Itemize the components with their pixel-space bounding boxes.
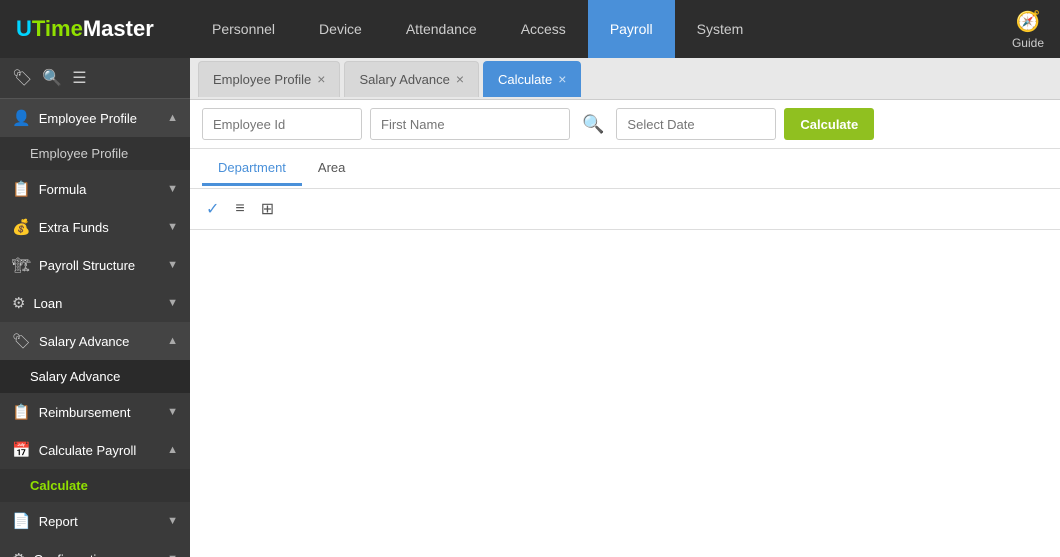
logo-master: Master bbox=[83, 16, 154, 42]
content-area: Employee Profile × Salary Advance × Calc… bbox=[190, 58, 1060, 557]
sub-tab-department[interactable]: Department bbox=[202, 152, 302, 186]
formula-icon: 📋 bbox=[12, 180, 31, 198]
sidebar-item-configurations[interactable]: ⚙ Configurations ▼ bbox=[0, 540, 190, 557]
chevron-down-icon-formula: ▼ bbox=[167, 183, 178, 195]
sidebar-group-label-employee-profile: Employee Profile bbox=[39, 111, 137, 126]
sidebar-group-extra-funds: 💰 Extra Funds ▼ bbox=[0, 208, 190, 246]
chevron-down-icon-report: ▼ bbox=[167, 515, 178, 527]
main-layout: 🏷 🔍 ☰ 👤 Employee Profile ▲ Employee Prof… bbox=[0, 58, 1060, 557]
search-icon[interactable]: 🔍 bbox=[42, 68, 62, 88]
chevron-up-icon-calculate-payroll: ▲ bbox=[167, 444, 178, 456]
sidebar-toolbar: 🏷 🔍 ☰ bbox=[0, 58, 190, 99]
sidebar-item-extra-funds[interactable]: 💰 Extra Funds ▼ bbox=[0, 208, 190, 246]
chevron-down-icon-reimbursement: ▼ bbox=[167, 406, 178, 418]
nav-item-access[interactable]: Access bbox=[499, 0, 588, 58]
sidebar-group-configurations: ⚙ Configurations ▼ bbox=[0, 540, 190, 557]
sidebar-group-calculate-payroll: 📅 Calculate Payroll ▲ Calculate bbox=[0, 431, 190, 502]
sidebar-group-loan: ⚙ Loan ▼ bbox=[0, 284, 190, 322]
sidebar-item-formula[interactable]: 📋 Formula ▼ bbox=[0, 170, 190, 208]
tab-calculate-label: Calculate bbox=[498, 72, 552, 87]
sidebar-group-employee-profile: 👤 Employee Profile ▲ Employee Profile bbox=[0, 99, 190, 170]
sidebar-item-calculate-sub[interactable]: Calculate bbox=[0, 469, 190, 502]
chevron-down-icon-configurations: ▼ bbox=[167, 553, 178, 557]
sidebar-item-salary-advance[interactable]: 🏷 Salary Advance ▲ bbox=[0, 322, 190, 360]
guide-icon: 🧭 bbox=[1016, 9, 1041, 34]
calculate-button[interactable]: Calculate bbox=[784, 108, 874, 140]
sidebar-group-payroll-structure: 🏗 Payroll Structure ▼ bbox=[0, 246, 190, 284]
tab-calculate-close[interactable]: × bbox=[558, 72, 566, 86]
sidebar-group-label-report: Report bbox=[39, 514, 78, 529]
nav-item-personnel[interactable]: Personnel bbox=[190, 0, 297, 58]
nav-item-attendance[interactable]: Attendance bbox=[384, 0, 499, 58]
sidebar: 🏷 🔍 ☰ 👤 Employee Profile ▲ Employee Prof… bbox=[0, 58, 190, 557]
table-area bbox=[190, 230, 1060, 557]
chevron-down-icon-extra-funds: ▼ bbox=[167, 221, 178, 233]
chevron-down-icon-loan: ▼ bbox=[167, 297, 178, 309]
tab-salary-advance[interactable]: Salary Advance × bbox=[344, 61, 479, 97]
nav-items: Personnel Device Attendance Access Payro… bbox=[190, 0, 996, 58]
tab-employee-profile-label: Employee Profile bbox=[213, 72, 311, 87]
sidebar-item-payroll-structure[interactable]: 🏗 Payroll Structure ▼ bbox=[0, 246, 190, 284]
nav-item-system[interactable]: System bbox=[675, 0, 766, 58]
search-button[interactable]: 🔍 bbox=[578, 114, 608, 135]
report-icon: 📄 bbox=[12, 512, 31, 530]
tab-calculate[interactable]: Calculate × bbox=[483, 61, 581, 97]
sidebar-group-label-configurations: Configurations bbox=[33, 552, 117, 557]
sidebar-group-reimbursement: 📋 Reimbursement ▼ bbox=[0, 393, 190, 431]
sidebar-group-label-reimbursement: Reimbursement bbox=[39, 405, 131, 420]
employee-id-input[interactable] bbox=[202, 108, 362, 140]
check-view-icon[interactable]: ✓ bbox=[202, 197, 223, 221]
sidebar-group-label-extra-funds: Extra Funds bbox=[39, 220, 109, 235]
sidebar-group-label-calculate-payroll: Calculate Payroll bbox=[39, 443, 137, 458]
sidebar-item-loan[interactable]: ⚙ Loan ▼ bbox=[0, 284, 190, 322]
sidebar-group-report: 📄 Report ▼ bbox=[0, 502, 190, 540]
tab-salary-advance-label: Salary Advance bbox=[359, 72, 449, 87]
guide-label: Guide bbox=[1012, 36, 1044, 50]
calculate-payroll-icon: 📅 bbox=[12, 441, 31, 459]
sidebar-item-employee-profile-sub[interactable]: Employee Profile bbox=[0, 137, 190, 170]
tab-salary-advance-close[interactable]: × bbox=[456, 72, 464, 86]
guide-button[interactable]: 🧭 Guide bbox=[996, 9, 1060, 50]
logo-u: U bbox=[16, 16, 32, 42]
sidebar-group-label-payroll-structure: Payroll Structure bbox=[39, 258, 135, 273]
tab-employee-profile-close[interactable]: × bbox=[317, 72, 325, 86]
employee-profile-icon: 👤 bbox=[12, 109, 31, 127]
tab-employee-profile[interactable]: Employee Profile × bbox=[198, 61, 340, 97]
sidebar-item-report[interactable]: 📄 Report ▼ bbox=[0, 502, 190, 540]
date-input[interactable] bbox=[616, 108, 776, 140]
filter-bar: 🔍 Calculate bbox=[190, 100, 1060, 149]
salary-advance-icon: 🏷 bbox=[12, 332, 31, 350]
extra-funds-icon: 💰 bbox=[12, 218, 31, 236]
chevron-up-icon-salary-advance: ▲ bbox=[167, 335, 178, 347]
list-icon[interactable]: ☰ bbox=[72, 68, 86, 88]
sidebar-item-calculate-payroll[interactable]: 📅 Calculate Payroll ▲ bbox=[0, 431, 190, 469]
configurations-icon: ⚙ bbox=[12, 550, 25, 557]
logo: UTime Master bbox=[0, 16, 190, 42]
sidebar-item-salary-advance-sub[interactable]: Salary Advance bbox=[0, 360, 190, 393]
nav-item-device[interactable]: Device bbox=[297, 0, 384, 58]
top-nav: UTime Master Personnel Device Attendance… bbox=[0, 0, 1060, 58]
sidebar-group-label-formula: Formula bbox=[39, 182, 87, 197]
nav-item-payroll[interactable]: Payroll bbox=[588, 0, 675, 58]
sidebar-group-salary-advance: 🏷 Salary Advance ▲ Salary Advance bbox=[0, 322, 190, 393]
payroll-structure-icon: 🏗 bbox=[12, 256, 31, 274]
sub-tab-bar: Department Area bbox=[190, 149, 1060, 189]
view-icons-bar: ✓ ≡ ⊞ bbox=[190, 189, 1060, 230]
sidebar-group-label-salary-advance: Salary Advance bbox=[39, 334, 129, 349]
tag-icon[interactable]: 🏷 bbox=[12, 68, 32, 88]
sidebar-group-formula: 📋 Formula ▼ bbox=[0, 170, 190, 208]
sidebar-item-employee-profile[interactable]: 👤 Employee Profile ▲ bbox=[0, 99, 190, 137]
chevron-up-icon: ▲ bbox=[167, 112, 178, 124]
sub-tab-area[interactable]: Area bbox=[302, 152, 361, 186]
tab-bar: Employee Profile × Salary Advance × Calc… bbox=[190, 58, 1060, 100]
hierarchy-view-icon[interactable]: ⊞ bbox=[257, 197, 278, 221]
logo-time: Time bbox=[32, 16, 83, 42]
sidebar-item-reimbursement[interactable]: 📋 Reimbursement ▼ bbox=[0, 393, 190, 431]
list-view-icon[interactable]: ≡ bbox=[231, 198, 248, 220]
first-name-input[interactable] bbox=[370, 108, 570, 140]
sidebar-group-label-loan: Loan bbox=[33, 296, 62, 311]
loan-icon: ⚙ bbox=[12, 294, 25, 312]
reimbursement-icon: 📋 bbox=[12, 403, 31, 421]
chevron-down-icon-payroll-structure: ▼ bbox=[167, 259, 178, 271]
